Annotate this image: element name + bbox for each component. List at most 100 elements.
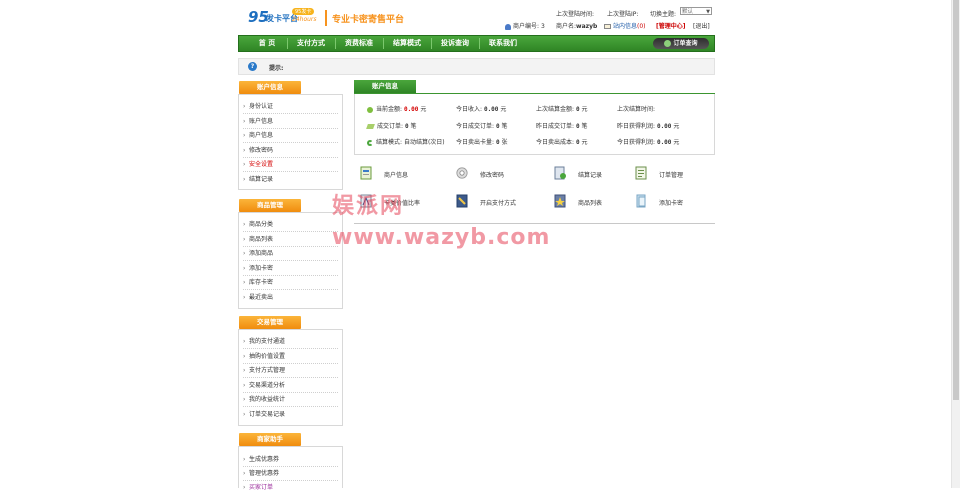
today-sales-cost-value: 0	[575, 139, 580, 146]
sidebar-item-change-password[interactable]: 修改密码	[243, 144, 338, 158]
sidebar-title-products: 商品管理	[239, 199, 301, 212]
today-profit: 今日获得利润: 0.00 元	[617, 139, 680, 146]
merchant-name-label: 商户名:	[556, 23, 577, 30]
merchant-info-icon	[360, 166, 372, 180]
main-nav: 首 页 支付方式 资费标准 结算模式 投诉查询 联系我们 订单查询	[238, 35, 715, 52]
merchant-id-value: 3	[540, 23, 545, 30]
settlement-mode: 结算模式: 自动结算(次日)	[367, 137, 445, 146]
sidebar-item-merchant-info[interactable]: 商户信息	[243, 129, 338, 143]
message-count: (0)	[637, 23, 646, 30]
order-icon	[635, 166, 647, 180]
watermark-cn: 娱派网	[332, 194, 405, 219]
last-settlement-time: 上次结算时间:	[617, 106, 656, 113]
merchant-id: 商户编号: 3	[505, 21, 545, 30]
last-login-time: 上次登陆时间:	[556, 11, 595, 18]
today-cards-sold: 今日卖出卡量: 0 张	[456, 139, 508, 146]
coin-icon	[367, 106, 373, 113]
site-logo[interactable]: 95 发卡平台 95发卡 24hours	[246, 6, 326, 28]
sidebar-item-categories[interactable]: 商品分类	[243, 218, 338, 232]
logo-divider	[325, 10, 327, 26]
today-income: 今日收入: 0.00 元	[456, 106, 507, 113]
sidebar-item-recent-sales[interactable]: 最近卖出	[243, 291, 338, 305]
page-scrollbar[interactable]	[951, 0, 960, 488]
tips-label: 提示:	[269, 65, 284, 72]
last-settlement-amount-value: 0	[575, 106, 580, 113]
today-completed-orders: 今日成交订单: 0 笔	[456, 123, 508, 130]
nav-contact-us[interactable]: 联系我们	[479, 36, 527, 51]
sidebar-item-settlement-records[interactable]: 结算记录	[243, 173, 338, 187]
sidebar-item-add-product[interactable]: 添加商品	[243, 247, 338, 261]
current-balance: 当前金额: 0.00 元	[367, 104, 426, 113]
sidebar-item-create-coupon[interactable]: 生成优惠券	[243, 453, 338, 467]
content-divider	[354, 223, 715, 224]
logout-link[interactable]: [退出]	[693, 21, 710, 30]
order-query-label: 订单查询	[673, 40, 698, 47]
merchant-name: 商户名:wazyb	[556, 21, 597, 30]
merchant-id-label: 商户编号:	[513, 23, 540, 30]
today-completed-orders-value: 0	[495, 123, 500, 130]
completed-orders: 成交订单: 0 笔	[366, 121, 417, 130]
account-info-tab: 账户信息	[354, 80, 416, 93]
nav-complaint-query[interactable]: 投诉查询	[431, 36, 479, 51]
completed-orders-value: 0	[404, 123, 409, 130]
sidebar-item-add-card[interactable]: 添加卡密	[243, 262, 338, 276]
last-login-ip: 上次登陆IP:	[607, 11, 639, 18]
add-card-icon	[636, 194, 646, 208]
tips-bar: ? 提示:	[238, 58, 715, 75]
settlement-mode-value: 自动结算(次日)	[403, 139, 445, 146]
mail-icon	[604, 24, 611, 29]
last-settlement-amount: 上次结算金额: 0 元	[536, 106, 588, 113]
order-query-button[interactable]: 订单查询	[653, 38, 709, 49]
sidebar-item-identity[interactable]: 身份认证	[243, 100, 338, 114]
payment-icon	[456, 194, 468, 208]
sidebar-item-payment-channels[interactable]: 我的支付通道	[243, 335, 338, 349]
gear-icon	[456, 167, 468, 179]
account-info-panel: 当前金额: 0.00 元 今日收入: 0.00 元 上次结算金额: 0 元 上次…	[354, 94, 715, 155]
sidebar-item-revenue-stats[interactable]: 我的收益统计	[243, 393, 338, 407]
info-icon: ?	[248, 62, 257, 71]
sidebar-item-order-records[interactable]: 订单交易记录	[243, 408, 338, 422]
sidebar-section-trade: 我的支付通道 抽购价值设置 支付方式管理 交易渠道分析 我的收益统计 订单交易记…	[238, 329, 343, 426]
sidebar-title-account: 账户信息	[239, 81, 301, 94]
theme-select[interactable]: 默认 ▼	[680, 7, 712, 15]
sidebar-title-assistant: 商家助手	[239, 433, 301, 446]
chevron-down-icon: ▼	[706, 9, 710, 15]
today-cards-sold-value: 0	[495, 139, 500, 146]
message-link-label: 站内信息	[613, 23, 638, 30]
sidebar-item-security[interactable]: 安全设置	[243, 158, 338, 172]
theme-label: 切换主题:	[650, 11, 677, 18]
today-income-value: 0.00	[483, 106, 499, 113]
message-link[interactable]: 站内信息(0)	[604, 21, 646, 30]
yesterday-completed-orders-value: 0	[575, 123, 580, 130]
pen-icon	[366, 124, 375, 129]
search-icon	[664, 40, 672, 47]
yesterday-profit: 昨日获得利润: 0.00 元	[617, 123, 680, 130]
nav-home[interactable]: 首 页	[247, 36, 287, 51]
sidebar-item-stock-cards[interactable]: 库存卡密	[243, 276, 338, 290]
nav-settlement-mode[interactable]: 结算模式	[383, 36, 431, 51]
sidebar-item-channel-analysis[interactable]: 交易渠道分析	[243, 379, 338, 393]
admin-center-link[interactable]: [管理中心]	[656, 21, 686, 30]
today-sales-cost: 今日卖出成本: 0 元	[536, 139, 588, 146]
logo-badge: 95发卡	[292, 8, 315, 15]
yesterday-completed-orders: 昨日成交订单: 0 笔	[536, 123, 588, 130]
cycle-icon	[367, 139, 373, 146]
sidebar-item-product-list[interactable]: 商品列表	[243, 233, 338, 247]
sidebar-item-price-settings[interactable]: 抽购价值设置	[243, 350, 338, 364]
sidebar-item-account-info[interactable]: 账户信息	[243, 115, 338, 129]
current-balance-value: 0.00	[403, 106, 419, 113]
merchant-name-value: wazyb	[576, 23, 598, 30]
sidebar-item-buyer-orders[interactable]: 买家订单	[243, 481, 338, 495]
sidebar-title-trade: 交易管理	[239, 316, 301, 329]
site-slogan: 专业卡密寄售平台	[332, 15, 405, 25]
scrollbar-thumb[interactable]	[953, 0, 959, 400]
nav-pricing[interactable]: 资费标准	[335, 36, 383, 51]
sidebar-section-assistant: 生成优惠券 管理优惠券 买家订单	[238, 446, 343, 495]
nav-payment-methods[interactable]: 支付方式	[287, 36, 335, 51]
theme-select-value: 默认	[682, 9, 694, 15]
today-profit-value: 0.00	[656, 139, 672, 146]
sidebar-item-payment-management[interactable]: 支付方式管理	[243, 364, 338, 378]
sidebar-section-products: 商品分类 商品列表 添加商品 添加卡密 库存卡密 最近卖出	[238, 212, 343, 309]
product-icon	[554, 194, 566, 208]
sidebar-item-manage-coupons[interactable]: 管理优惠券	[243, 467, 338, 481]
